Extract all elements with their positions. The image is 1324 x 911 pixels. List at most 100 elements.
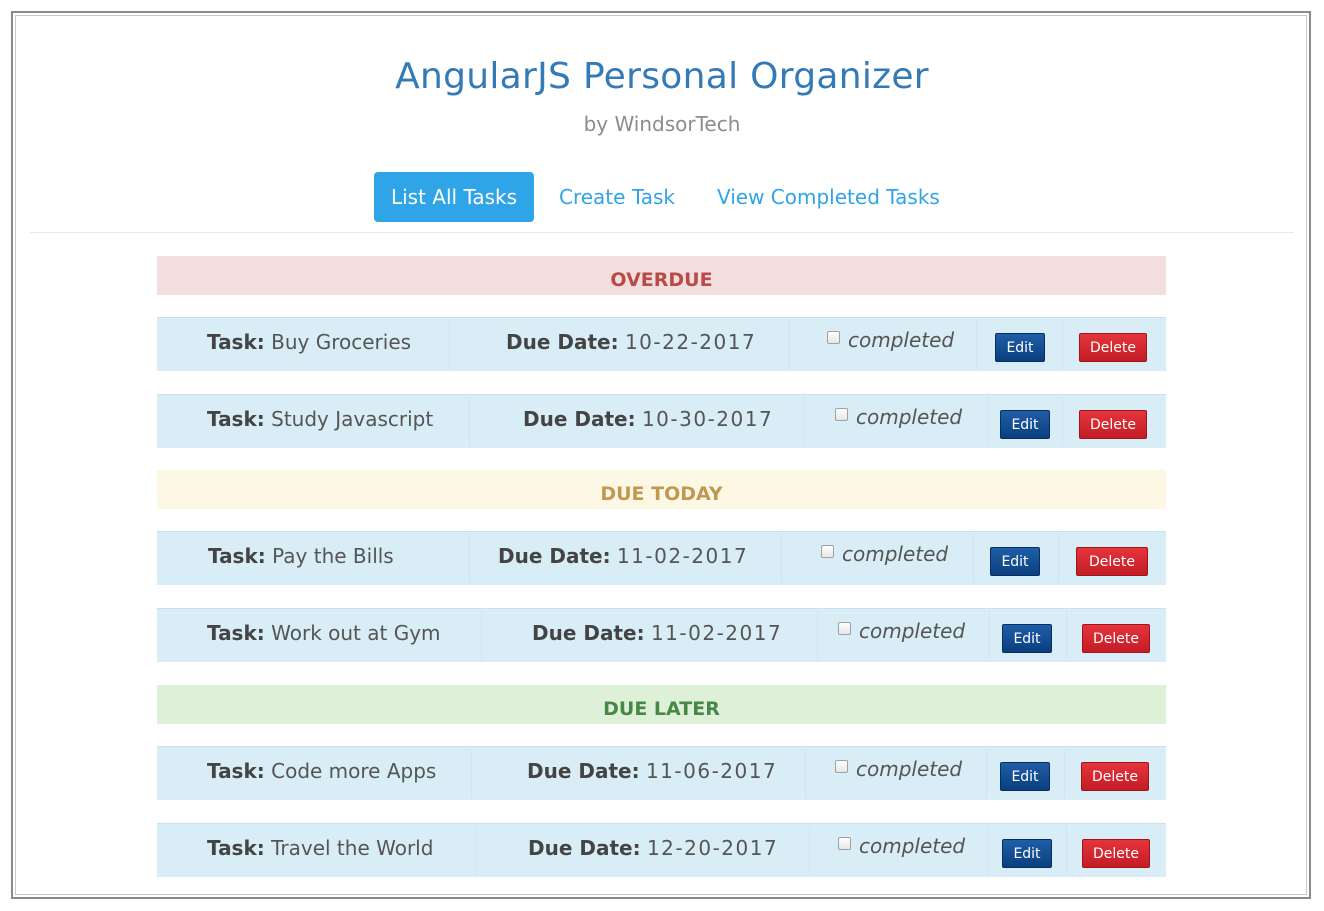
nav-divider [30,232,1294,233]
tab-create-task[interactable]: Create Task [543,172,691,222]
task-prefix-label: Task: [207,330,265,354]
task-name: Task: Work out at Gym [207,621,441,645]
completed-checkbox[interactable] [835,760,848,773]
task-prefix-label: Task: [207,621,265,645]
task-due-date: Due Date: 11-02-2017 [498,544,748,568]
due-prefix-label: Due Date: [506,330,619,354]
task-row: Task: Pay the Bills Due Date: 11-02-2017… [157,531,1166,585]
task-name: Task: Buy Groceries [207,330,411,354]
task-name: Task: Study Javascript [207,407,433,431]
task-row: Task: Travel the World Due Date: 12-20-2… [157,823,1166,877]
task-name-value: Study Javascript [271,407,434,431]
due-date-value: 10-22-2017 [624,330,757,354]
completed-label: completed [859,834,966,858]
cell-divider [1062,320,1063,369]
completed-checkbox[interactable] [827,331,840,344]
due-prefix-label: Due Date: [528,836,641,860]
delete-button[interactable]: Delete [1082,624,1150,653]
task-row: Task: Work out at Gym Due Date: 11-02-20… [157,608,1166,662]
cell-divider [471,749,472,798]
task-name-value: Pay the Bills [272,544,394,568]
completed-label: completed [856,757,963,781]
cell-divider [449,320,450,369]
task-due-date: Due Date: 10-30-2017 [523,407,773,431]
cell-divider [986,749,987,798]
delete-button[interactable]: Delete [1079,333,1147,362]
completed-toggle: completed [838,619,965,643]
section-header-due-later: DUE LATER [157,685,1166,724]
due-date-value: 11-06-2017 [645,759,778,783]
due-prefix-label: Due Date: [527,759,640,783]
cell-divider [481,611,482,660]
due-date-value: 10-30-2017 [641,407,774,431]
completed-checkbox[interactable] [838,837,851,850]
task-due-date: Due Date: 10-22-2017 [506,330,756,354]
task-name: Task: Travel the World [207,836,433,860]
completed-toggle: completed [827,328,954,352]
task-prefix-label: Task: [208,544,266,568]
cell-divider [469,397,470,446]
delete-button[interactable]: Delete [1082,839,1150,868]
task-due-date: Due Date: 11-02-2017 [532,621,782,645]
task-name-value: Travel the World [271,836,434,860]
edit-button[interactable]: Edit [1000,410,1050,439]
cell-divider [469,534,470,583]
due-date-value: 12-20-2017 [646,836,779,860]
edit-button[interactable]: Edit [1002,624,1052,653]
page-title: AngularJS Personal Organizer [395,56,929,97]
task-name-value: Buy Groceries [271,330,412,354]
cell-divider [781,534,782,583]
completed-toggle: completed [835,405,962,429]
completed-label: completed [848,328,955,352]
edit-button[interactable]: Edit [990,547,1040,576]
completed-toggle: completed [838,834,965,858]
task-row: Task: Study Javascript Due Date: 10-30-2… [157,394,1166,448]
due-prefix-label: Due Date: [498,544,611,568]
edit-button[interactable]: Edit [1000,762,1050,791]
cell-divider [1066,826,1067,875]
delete-button[interactable]: Delete [1076,547,1148,576]
completed-checkbox[interactable] [835,408,848,421]
section-header-overdue: OVERDUE [157,256,1166,295]
task-row: Task: Buy Groceries Due Date: 10-22-2017… [157,317,1166,371]
completed-label: completed [856,405,963,429]
page-subtitle: by WindsorTech [583,112,741,136]
task-prefix-label: Task: [207,759,265,783]
task-due-date: Due Date: 11-06-2017 [527,759,777,783]
due-prefix-label: Due Date: [523,407,636,431]
cell-divider [989,611,990,660]
edit-button[interactable]: Edit [1002,839,1052,868]
cell-divider [976,320,977,369]
completed-checkbox[interactable] [821,545,834,558]
cell-divider [1066,611,1067,660]
cell-divider [789,320,790,369]
tab-list-all-tasks[interactable]: List All Tasks [374,172,534,222]
delete-button[interactable]: Delete [1079,410,1147,439]
task-name: Task: Pay the Bills [208,544,394,568]
task-due-date: Due Date: 12-20-2017 [528,836,778,860]
completed-checkbox[interactable] [838,622,851,635]
tab-view-completed-tasks[interactable]: View Completed Tasks [701,172,956,222]
due-date-value: 11-02-2017 [616,544,749,568]
task-name: Task: Code more Apps [207,759,436,783]
completed-label: completed [859,619,966,643]
completed-label: completed [842,542,949,566]
completed-toggle: completed [821,542,948,566]
task-row: Task: Code more Apps Due Date: 11-06-201… [157,746,1166,800]
cell-divider [809,826,810,875]
due-prefix-label: Due Date: [532,621,645,645]
task-name-value: Work out at Gym [271,621,441,645]
edit-button[interactable]: Edit [995,333,1045,362]
cell-divider [1058,534,1059,583]
cell-divider [987,397,988,446]
task-prefix-label: Task: [207,836,265,860]
cell-divider [988,826,989,875]
cell-divider [1062,397,1063,446]
delete-button[interactable]: Delete [1081,762,1149,791]
section-header-due-today: DUE TODAY [157,470,1166,509]
cell-divider [973,534,974,583]
cell-divider [1064,749,1065,798]
completed-toggle: completed [835,757,962,781]
cell-divider [817,611,818,660]
cell-divider [475,826,476,875]
